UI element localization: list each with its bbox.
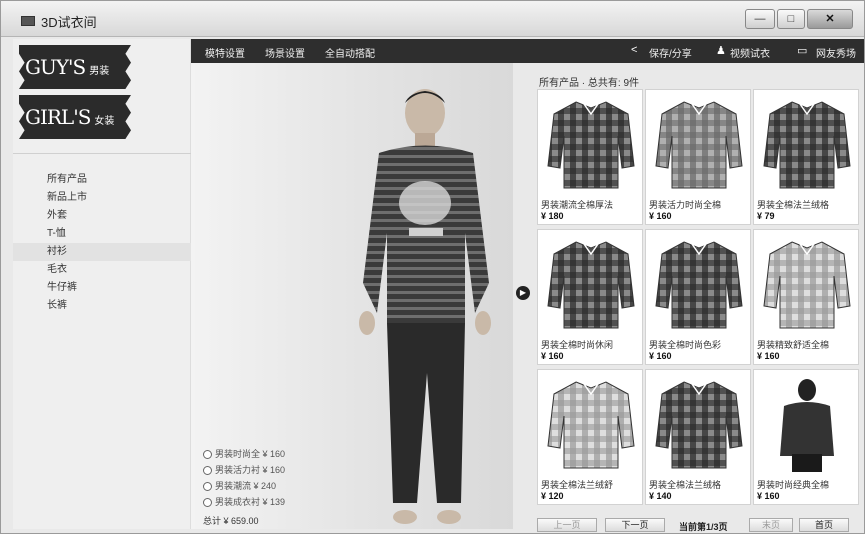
person-icon: ♟: [716, 45, 726, 57]
toolbar: 模特设置 场景设置 全自动搭配 < 保存/分享 ♟ 视频试衣 ▭ 网友秀场: [191, 39, 864, 63]
product-name: 男装全棉法兰绒格: [649, 480, 722, 490]
category-item[interactable]: 所有产品: [13, 171, 191, 189]
sidebar-divider: [13, 153, 191, 154]
product-image: [655, 101, 743, 189]
first-page-button[interactable]: 首页: [799, 518, 849, 532]
app-icon: [21, 16, 35, 26]
collapse-arrow-icon[interactable]: ▶: [516, 286, 530, 300]
app-window: 3D试衣间 — □ ✕ GUY'S 男装 GIRL'S 女装 所有产品 新品上市 外…: [0, 0, 865, 534]
outfit-item-label: 男装成衣衬 ¥ 139: [215, 497, 286, 507]
product-image: [547, 381, 635, 469]
product-card[interactable]: 男装全棉法兰绒格 ¥ 140: [645, 369, 751, 505]
product-image: [547, 101, 635, 189]
product-image: [763, 241, 851, 329]
product-card[interactable]: 男装全棉时尚休闲 ¥ 160: [537, 229, 643, 365]
product-price: ¥ 160: [649, 351, 672, 361]
product-card[interactable]: 男装活力时尚全棉 ¥ 160: [645, 89, 751, 225]
outfit-item[interactable]: 男装时尚全 ¥ 160: [203, 447, 285, 460]
product-price: ¥ 160: [649, 211, 672, 221]
product-price: ¥ 120: [541, 491, 564, 501]
product-card[interactable]: 男装潮流全棉厚法 ¥ 180: [537, 89, 643, 225]
product-price: ¥ 79: [757, 211, 775, 221]
video-fitting-button[interactable]: 视频试衣: [730, 45, 770, 60]
product-price: ¥ 160: [541, 351, 564, 361]
product-image: [780, 379, 834, 472]
outfit-total: 总计 ¥ 659.00: [203, 516, 259, 526]
window-icon: ▭: [797, 45, 808, 57]
product-grid-header: 所有产品 · 总共有: 9件: [539, 78, 640, 89]
product-price: ¥ 140: [649, 491, 672, 501]
title-bar: 3D试衣间 — □ ✕: [1, 1, 864, 37]
product-card[interactable]: 男装精致舒适全棉 ¥ 160: [753, 229, 859, 365]
model-figure: [359, 89, 491, 524]
product-name: 男装全棉时尚色彩: [649, 340, 722, 350]
product-price: ¥ 160: [757, 351, 780, 361]
category-item[interactable]: 牛仔裤: [13, 279, 191, 297]
auto-match-button[interactable]: 全自动搭配: [325, 45, 375, 60]
prev-page-button[interactable]: 上一页: [537, 518, 597, 532]
product-price: ¥ 160: [757, 491, 780, 501]
product-price: ¥ 180: [541, 211, 564, 221]
product-image: [655, 381, 743, 469]
brand-girls-label: GIRL'S: [25, 105, 91, 129]
brand-guys-sub: 男装: [89, 66, 110, 77]
product-name: 男装全棉法兰绒舒: [541, 480, 614, 490]
product-name: 男装全棉时尚休闲: [541, 340, 614, 350]
product-image: [655, 241, 743, 329]
outfit-item-label: 男装活力衬 ¥ 160: [215, 465, 286, 475]
brand-guys-button[interactable]: GUY'S 男装: [19, 45, 131, 89]
category-item[interactable]: T-恤: [13, 225, 191, 243]
window-title: 3D试衣间: [41, 15, 97, 30]
last-page-button[interactable]: 末页: [749, 518, 793, 532]
outfit-item[interactable]: 男装成衣衬 ¥ 139: [203, 495, 285, 508]
minimize-button[interactable]: —: [745, 9, 775, 29]
outfit-item-label: 男装时尚全 ¥ 160: [215, 449, 286, 459]
category-item[interactable]: 毛衣: [13, 261, 191, 279]
radio-icon: [203, 498, 212, 508]
category-item[interactable]: 新品上市: [13, 189, 191, 207]
scene-settings-button[interactable]: 场景设置: [265, 45, 305, 60]
product-name: 男装潮流全棉厚法: [541, 200, 614, 210]
radio-icon: [203, 466, 212, 476]
product-image: [547, 241, 635, 329]
maximize-button[interactable]: □: [777, 9, 805, 29]
page-indicator: 当前第1/3页: [679, 522, 728, 532]
product-name: 男装精致舒适全棉: [757, 340, 830, 350]
brand-girls-button[interactable]: GIRL'S 女装: [19, 95, 131, 139]
category-item-active[interactable]: 衬衫: [13, 243, 191, 261]
outfit-item[interactable]: 男装活力衬 ¥ 160: [203, 463, 285, 476]
product-image: [763, 101, 851, 189]
outfit-item[interactable]: 男装潮流 ¥ 240: [203, 479, 276, 492]
sidebar: GUY'S 男装 GIRL'S 女装 所有产品 新品上市 外套 T-恤 衬衫 毛衣 …: [13, 39, 191, 529]
product-name: 男装活力时尚全棉: [649, 200, 722, 210]
save-share-button[interactable]: 保存/分享: [649, 45, 692, 60]
share-icon: <: [631, 44, 638, 56]
radio-icon: [203, 450, 212, 460]
friends-show-button[interactable]: 网友秀场: [816, 45, 856, 60]
next-page-button[interactable]: 下一页: [605, 518, 665, 532]
radio-icon: [203, 482, 212, 492]
model-settings-button[interactable]: 模特设置: [205, 45, 245, 60]
product-card[interactable]: 男装时尚经典全棉 ¥ 160: [753, 369, 859, 505]
product-card[interactable]: 男装全棉时尚色彩 ¥ 160: [645, 229, 751, 365]
brand-girls-sub: 女装: [94, 116, 115, 127]
close-button[interactable]: ✕: [807, 9, 853, 29]
product-card[interactable]: 男装全棉法兰绒格 ¥ 79: [753, 89, 859, 225]
product-card[interactable]: 男装全棉法兰绒舒 ¥ 120: [537, 369, 643, 505]
outfit-item-label: 男装潮流 ¥ 240: [215, 481, 277, 491]
category-item[interactable]: 外套: [13, 207, 191, 225]
brand-guys-label: GUY'S: [25, 55, 86, 79]
product-name: 男装全棉法兰绒格: [757, 200, 830, 210]
category-item[interactable]: 长裤: [13, 297, 191, 315]
product-name: 男装时尚经典全棉: [757, 480, 830, 490]
